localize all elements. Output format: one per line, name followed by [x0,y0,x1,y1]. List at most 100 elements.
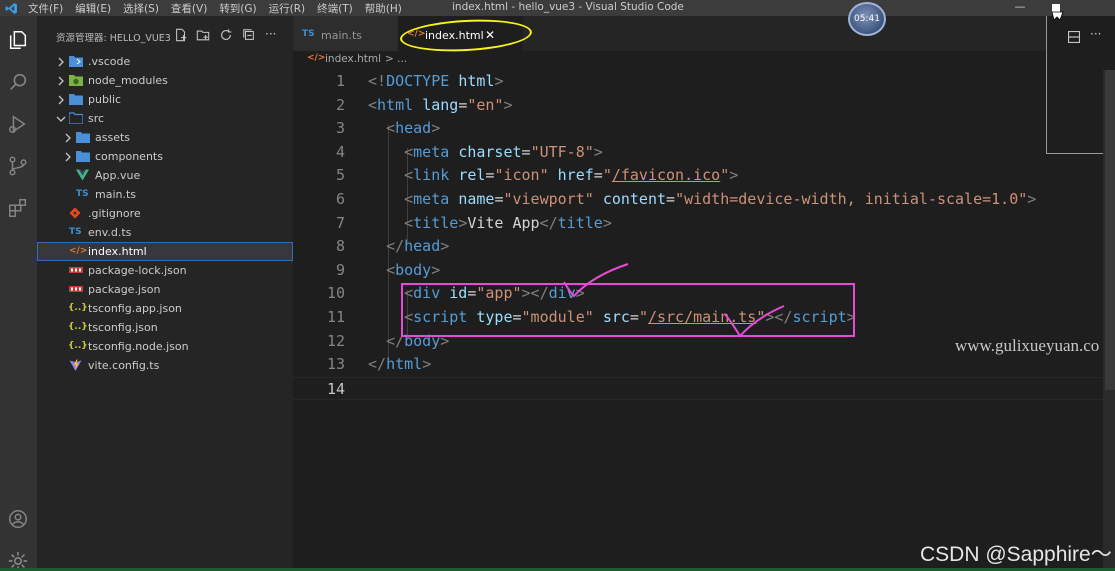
tree-item-node-modules[interactable]: node_modules [37,71,293,90]
tree-item-assets[interactable]: assets [37,128,293,147]
vue-icon [76,169,90,182]
folder-icon [69,93,83,106]
node-modules-folder-icon [69,74,83,87]
watermark-csdn: CSDN @Sapphire～ [920,543,1112,566]
menu-help[interactable]: 帮助(H) [359,1,408,16]
tree-item-label: components [95,150,163,163]
tree-item-vscode[interactable]: .vscode [37,52,293,71]
html-icon: </> [307,53,326,63]
line-number: 10 [326,284,345,303]
tree-item-components[interactable]: components [37,147,293,166]
tree-item-public[interactable]: public [37,90,293,109]
code-line: 4 <meta charset="UTF-8"> [293,141,1115,165]
menu-selection[interactable]: 选择(S) [117,1,165,16]
folder-icon [76,131,90,144]
tree-item-label: src [88,112,105,125]
code-line: 1 <!DOCTYPE html> [293,70,1115,94]
npm-icon [69,283,83,296]
json-icon: {..} [68,341,88,351]
line-number: 11 [326,308,345,326]
search-icon[interactable] [4,68,32,96]
tree-item-label: .vscode [88,55,131,68]
code-line: 3 <head> [293,117,1115,141]
source-control-icon[interactable] [4,152,32,180]
explorer-title: 资源管理器: HELLO_VUE3 [56,33,171,44]
tree-item-package-lock-json[interactable]: package-lock.json [37,261,293,280]
explorer-icon[interactable] [4,26,32,54]
tree-item-vite-config-ts[interactable]: vite.config.ts [37,356,293,375]
tree-item-label: package-lock.json [88,264,187,277]
activity-bar [0,16,37,571]
vscode-logo-icon[interactable] [0,0,22,16]
tree-item-label: tsconfig.app.json [88,302,182,315]
line-number: 14 [326,379,345,398]
minimize-icon[interactable]: — [1005,0,1035,16]
line-number: 12 [326,331,345,350]
new-folder-icon[interactable] [196,27,212,43]
more-actions-icon[interactable]: ··· [265,27,281,43]
run-debug-icon[interactable] [4,110,32,138]
tree-item-label: node_modules [88,74,168,87]
tree-item-index-html[interactable]: </> index.html [37,242,293,261]
tree-item-src[interactable]: src [37,109,293,128]
vite-icon [69,359,83,372]
code-line: 2 <html lang="en"> [293,94,1115,118]
npm-icon [69,264,83,277]
line-number: 9 [335,260,345,279]
line-number: 2 [335,95,345,114]
breadcrumb: </> index.html > ... [293,51,1115,69]
explorer-header: 资源管理器: HELLO_VUE3 ··· [37,24,293,46]
explorer-sidebar: 资源管理器: HELLO_VUE3 ··· .vscode node_modul… [37,16,293,571]
tree-item-app-vue[interactable]: App.vue [37,166,293,185]
tab-label: main.ts [321,29,363,42]
tree-item-gitignore[interactable]: .gitignore [37,204,293,223]
annotation-checkmark [563,263,629,298]
code-line: 7 <title>Vite App</title> [293,212,1115,236]
line-number: 8 [335,237,345,256]
breadcrumb-file[interactable]: index.html [325,53,381,65]
vscode-folder-icon [69,55,83,68]
json-icon: {..} [68,322,88,332]
git-icon [69,207,83,220]
line-number: 6 [335,190,345,208]
menu-view[interactable]: 查看(V) [165,1,213,16]
current-code-line: 14 [293,376,1115,401]
menu-go[interactable]: 转到(G) [213,1,262,16]
tree-item-label: main.ts [95,188,137,201]
html-icon: </> [69,246,88,256]
ts-icon: TS [69,227,82,237]
tab-main-ts[interactable]: TS main.ts [293,16,398,51]
tree-item-main-ts[interactable]: TS main.ts [37,185,293,204]
tree-item-tsconfig-json[interactable]: {..} tsconfig.json [37,318,293,337]
annotation-checkmark [724,305,785,338]
split-editor-icon[interactable] [1067,28,1081,44]
extensions-icon[interactable] [4,194,32,222]
more-actions-icon[interactable]: ··· [1090,28,1101,40]
menu-terminal[interactable]: 终端(T) [311,1,359,16]
collapse-all-icon[interactable] [242,27,258,43]
line-number: 3 [335,119,345,138]
tree-item-label: tsconfig.node.json [88,340,189,353]
window-title: index.html - hello_vue3 - Visual Studio … [452,1,684,13]
tree-item-package-json[interactable]: package.json [37,280,293,299]
new-file-icon[interactable] [174,27,190,43]
account-icon[interactable] [4,505,32,533]
menu-run[interactable]: 运行(R) [263,1,312,16]
json-icon: {..} [68,303,88,313]
menu-edit[interactable]: 编辑(E) [69,1,117,16]
tree-item-label: assets [95,131,131,144]
code-line: 5 <link rel="icon" href="/favicon.ico"> [293,164,1115,188]
tree-item-env-d-ts[interactable]: TS env.d.ts [37,223,293,242]
line-number: 1 [335,72,345,90]
code-line: 8 </head> [293,235,1115,259]
tree-item-tsconfig-node-json[interactable]: {..} tsconfig.node.json [37,337,293,356]
tree-item-label: .gitignore [88,207,141,220]
line-number: 5 [335,166,345,185]
breadcrumb-more[interactable]: > ... [385,53,407,65]
line-number: 4 [335,142,345,161]
menu-file[interactable]: 文件(F) [22,1,69,16]
scrollbar-thumb[interactable] [1105,70,1115,390]
tree-item-tsconfig-app-json[interactable]: {..} tsconfig.app.json [37,299,293,318]
watermark-site: www.gulixueyuan.co [955,336,1100,355]
refresh-icon[interactable] [219,27,235,43]
